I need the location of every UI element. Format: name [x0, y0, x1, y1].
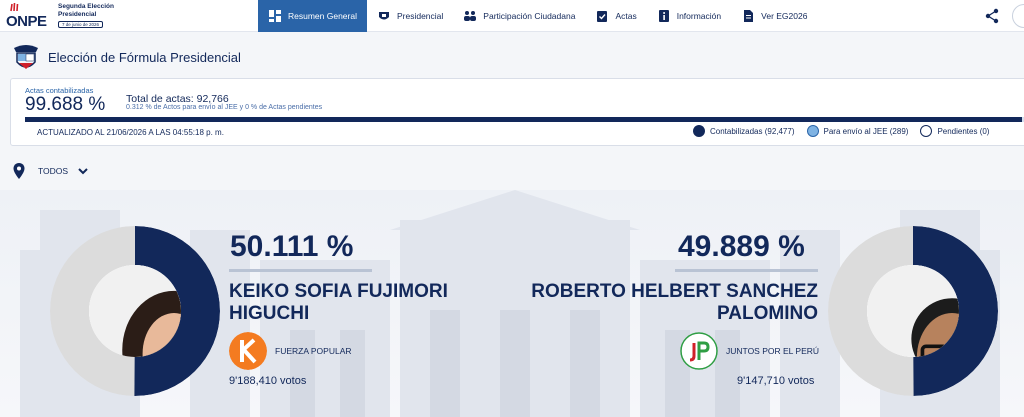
legend-label: Contabilizadas (92,477): [710, 126, 795, 136]
page-title: Elección de Fórmula Presidencial: [48, 50, 241, 65]
legend-jee: Para envío al JEE (289): [806, 125, 909, 137]
candidate-2-divider: [675, 269, 818, 272]
location-pin-icon: [13, 163, 25, 179]
candidate-2-party-name: JUNTOS POR EL PERÚ: [726, 346, 820, 356]
actas-note: 0.312 % de Actos para envío al JEE y 0 %…: [126, 104, 323, 111]
legend-dot: [806, 125, 819, 137]
nav-label: Ver EG2026: [761, 11, 808, 21]
people-icon: [464, 11, 477, 21]
counted-progress-bar: [25, 117, 1024, 122]
legend-label: Pendientes (0): [937, 126, 990, 136]
logo-date: 7 de junio de 2026: [58, 21, 104, 28]
nav-label: Presidencial: [396, 11, 444, 21]
candidate-2-name-line1: ROBERTO HELBERT SANCHEZ: [531, 281, 818, 302]
info-document-icon: [658, 10, 669, 22]
emblem-icon: [378, 12, 389, 20]
logo-text: ONPE: [6, 13, 47, 30]
chevron-down-icon: [78, 168, 88, 175]
candidate-1-party: FUERZA POPULAR: [229, 332, 352, 370]
nav-informacion[interactable]: Información: [647, 0, 731, 32]
share-icon[interactable]: [984, 8, 1000, 24]
nav-label: Resumen General: [288, 11, 357, 21]
logo-subtitle: Segunda Elección Presidencial: [58, 3, 114, 18]
peru-coat-of-arms-icon: [14, 45, 38, 69]
legend-pendientes: Pendientes (0): [920, 125, 989, 137]
fuerza-popular-logo-icon: [229, 332, 267, 370]
filter-label: TODOS: [38, 166, 69, 176]
clipboard-check-icon: [597, 11, 608, 22]
candidate-1-percent: 50.111 %: [230, 230, 354, 263]
candidate-2-votes: 9'147,710 votos: [737, 375, 815, 387]
dashboard-icon: [269, 10, 281, 22]
legend-contabilizadas: Contabilizadas (92,477): [693, 125, 795, 137]
nav-ver-eg2026[interactable]: Ver EG2026: [731, 0, 817, 32]
candidate-1-divider: [229, 269, 372, 272]
nav-presidencial[interactable]: Presidencial: [367, 0, 453, 32]
logo-mark-icon: [10, 2, 19, 12]
candidate-2-name: ROBERTO HELBERT SANCHEZ PALOMINO: [500, 281, 818, 325]
candidate-1-name-line2: HIGUCHI: [229, 303, 310, 324]
candidate-1-name-line1: KEIKO SOFIA FUJIMORI: [229, 281, 448, 302]
candidate-1-portrait: [89, 265, 181, 357]
nav-resumen-general[interactable]: Resumen General: [258, 0, 367, 32]
counted-percent: 99.688 %: [25, 94, 106, 115]
onpe-logo[interactable]: ONPE Segunda Elección Presidencial 7 de …: [6, 2, 114, 30]
juntos-por-el-peru-logo-icon: [680, 332, 718, 370]
candidate-2-party: JUNTOS POR EL PERÚ: [680, 332, 819, 370]
actas-summary-card: Actas contabilizadas 99.688 % Total de a…: [10, 78, 1024, 146]
document-icon: [744, 10, 754, 22]
updated-timestamp: ACTUALIZADO AL 21/06/2026 A LAS 04:55:18…: [37, 128, 224, 137]
legend-label: Para envío al JEE (289): [823, 126, 909, 136]
accessibility-button[interactable]: [1012, 4, 1024, 28]
main-nav: Resumen General Presidencial Participaci…: [258, 0, 817, 32]
candidate-2-share-ring: [828, 226, 998, 396]
candidate-1-photo: [89, 265, 181, 357]
candidate-1-votes: 9'188,410 votos: [229, 375, 307, 387]
candidate-2-percent: 49.889 %: [678, 230, 805, 263]
nav-label: Información: [676, 11, 722, 21]
nav-label: Participación Ciudadana: [483, 11, 576, 21]
nav-participacion[interactable]: Participación Ciudadana: [453, 0, 585, 32]
candidate-2-portrait: [867, 265, 959, 357]
top-navbar: ONPE Segunda Elección Presidencial 7 de …: [0, 0, 1024, 32]
candidate-1-name: KEIKO SOFIA FUJIMORI HIGUCHI: [229, 281, 448, 325]
candidate-1-party-name: FUERZA POPULAR: [275, 346, 352, 356]
legend-dot: [920, 125, 933, 137]
nav-actas[interactable]: Actas: [585, 0, 646, 32]
region-filter[interactable]: TODOS: [12, 160, 88, 182]
nav-label: Actas: [615, 11, 637, 21]
status-legend: Contabilizadas (92,477) Para envío al JE…: [693, 125, 989, 137]
page-header: Elección de Fórmula Presidencial: [0, 38, 1024, 76]
candidate-2-photo: [867, 265, 959, 357]
candidate-2-name-line2: PALOMINO: [717, 303, 818, 324]
results-panel: 50.111 % KEIKO SOFIA FUJIMORI HIGUCHI FU…: [0, 190, 1024, 417]
progress-fill: [25, 117, 1022, 122]
candidate-1-share-ring: [50, 226, 220, 396]
legend-dot: [693, 125, 705, 137]
